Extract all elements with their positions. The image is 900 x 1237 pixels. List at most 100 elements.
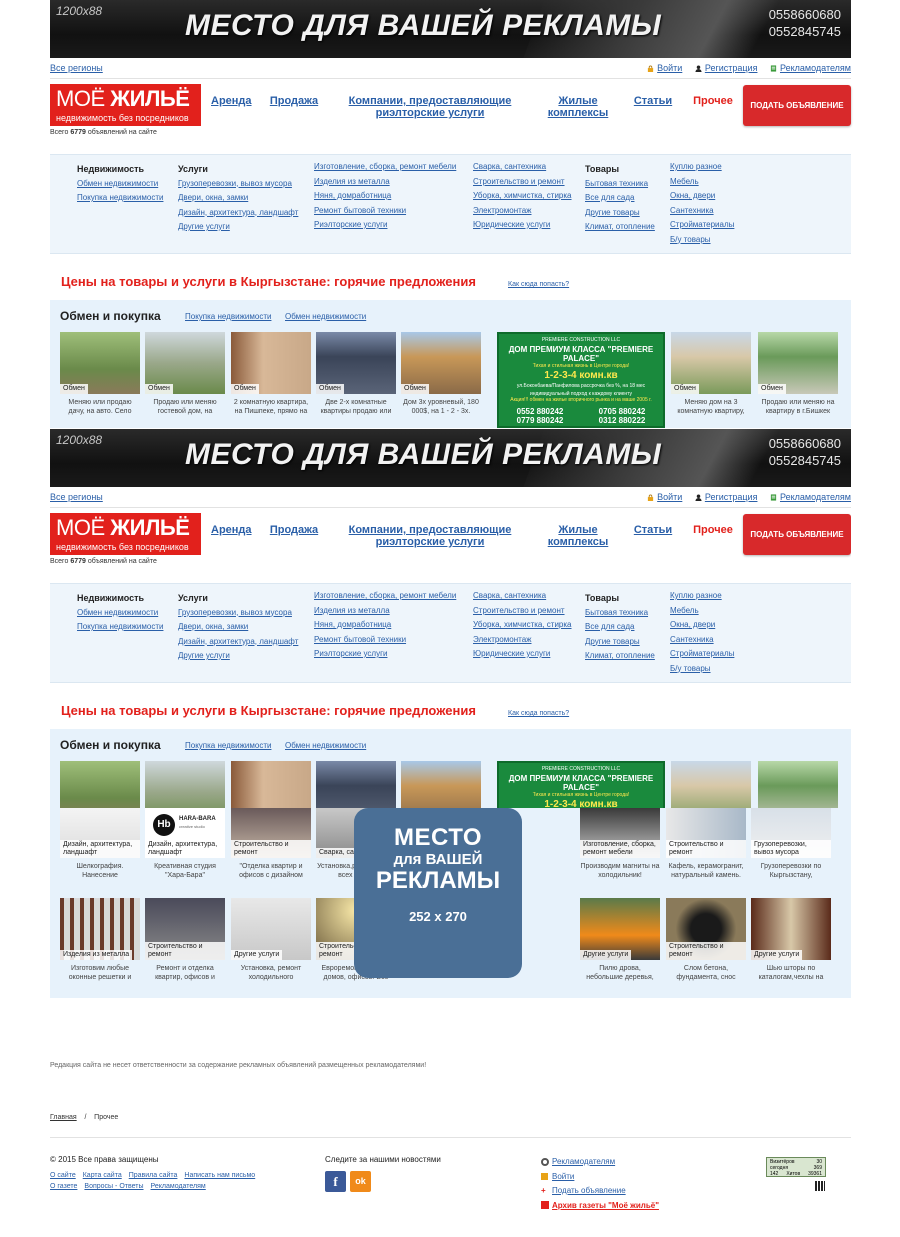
- register-link[interactable]: Регистрация: [705, 492, 758, 502]
- cat-link[interactable]: Изготовление, сборка, ремонт мебели: [314, 589, 456, 604]
- top-ad-banner[interactable]: 1200x88 МЕСТО ДЛЯ ВАШЕЙ РЕКЛАМЫ 05586606…: [50, 429, 851, 487]
- cat-link[interactable]: Окна, двери: [670, 189, 734, 204]
- cat-link[interactable]: Ремонт бытовой техники: [314, 633, 456, 648]
- regions-link[interactable]: Все регионы: [50, 492, 103, 502]
- visit-counter[interactable]: Визитёров 30 сегодня 369 142 Хитов 39361: [766, 1157, 826, 1177]
- service-card[interactable]: Строительство и ремонт Кафель, керамогран…: [666, 808, 746, 880]
- service-card[interactable]: Другие услуги Пилю дрова, небольшие дерев…: [580, 898, 660, 982]
- offers-link-purchase[interactable]: Покупка недвижимости: [185, 741, 271, 750]
- footer-link[interactable]: Рекламодателям: [151, 1183, 206, 1190]
- advertisers-link[interactable]: Рекламодателям: [780, 63, 851, 73]
- service-card[interactable]: Грузоперевозки, вывоз мусора Грузоперевоз…: [751, 808, 831, 880]
- service-card[interactable]: Другие услуги Установка, ремонт холодильн…: [231, 898, 311, 982]
- nav-complexes[interactable]: Жилые комплексы: [545, 95, 611, 119]
- cat-link[interactable]: Мебель: [670, 175, 734, 190]
- cat-link[interactable]: Мебель: [670, 604, 734, 619]
- cat-link[interactable]: Сантехника: [670, 204, 734, 219]
- cat-link[interactable]: Изделия из металла: [314, 175, 456, 190]
- cat-link[interactable]: Юридические услуги: [473, 647, 572, 662]
- offers-link-purchase[interactable]: Покупка недвижимости: [185, 312, 271, 321]
- cat-link[interactable]: Юридические услуги: [473, 218, 572, 233]
- cat-link[interactable]: Строительство и ремонт: [473, 604, 572, 619]
- service-card[interactable]: Hb HARA-BARA creative studio Дизайн, архите…: [145, 808, 225, 880]
- offer-card[interactable]: Обмен Продаю или меняю на квартиру в г.Би…: [758, 332, 838, 416]
- service-card[interactable]: Изготовление, сборка, ремонт мебели Произ…: [580, 808, 660, 880]
- cat-link[interactable]: Все для сада: [585, 191, 655, 206]
- footer-link[interactable]: Правила сайта: [129, 1172, 178, 1179]
- cat-link[interactable]: Куплю разное: [670, 589, 734, 604]
- service-card[interactable]: Дизайн, архитектура, ландшафт Шелкография…: [60, 808, 140, 880]
- cat-link[interactable]: Климат, отопление: [585, 649, 655, 664]
- breadcrumb-home[interactable]: Главная: [50, 1114, 77, 1121]
- offers-link-exchange[interactable]: Обмен недвижимости: [285, 741, 366, 750]
- nav-articles[interactable]: Статьи: [630, 95, 676, 107]
- cat-link[interactable]: Другие услуги: [178, 220, 298, 235]
- offer-card[interactable]: [671, 761, 751, 809]
- cat-link[interactable]: Риэлторские услуги: [314, 647, 456, 662]
- offer-card[interactable]: [401, 761, 481, 809]
- footer-post-ad-link[interactable]: Подать объявление: [552, 1186, 626, 1195]
- offer-card[interactable]: [145, 761, 225, 809]
- odnoklassniki-icon[interactable]: ok: [350, 1171, 371, 1192]
- footer-link[interactable]: Вопросы - Ответы: [84, 1183, 143, 1190]
- cat-link[interactable]: Б/у товары: [670, 233, 734, 248]
- offer-card[interactable]: Обмен Меняю дом на 3 комнатную квартиру,: [671, 332, 751, 416]
- cat-link[interactable]: Грузоперевозки, вывоз мусора: [178, 606, 298, 621]
- nav-rent[interactable]: Аренда: [211, 524, 252, 536]
- cat-link[interactable]: Все для сада: [585, 620, 655, 635]
- cat-link[interactable]: Ремонт бытовой техники: [314, 204, 456, 219]
- footer-link[interactable]: О газете: [50, 1183, 77, 1190]
- advertisers-link[interactable]: Рекламодателям: [780, 492, 851, 502]
- service-card[interactable]: Изделия из металла Изготовим любые оконны…: [60, 898, 140, 982]
- offer-card[interactable]: Обмен Две 2-х комнатные квартиры продаю и…: [316, 332, 396, 416]
- side-ad-placeholder[interactable]: МЕСТО для ВАШЕЙ РЕКЛАМЫ 252 x 270: [354, 808, 522, 978]
- service-card[interactable]: Строительство и ремонт "Отделка квартир и…: [231, 808, 311, 880]
- cat-link[interactable]: Стройматериалы: [670, 218, 734, 233]
- nav-other[interactable]: Прочее: [690, 95, 736, 107]
- offer-card[interactable]: Обмен Меняю или продаю дачу, на авто. Сел…: [60, 332, 140, 416]
- nav-companies[interactable]: Компании, предоставляющие риэлторские ус…: [340, 524, 520, 548]
- nav-articles[interactable]: Статьи: [630, 524, 676, 536]
- premium-ad[interactable]: PREMIERE CONSTRUCTION LLC ДОМ ПРЕМИУМ КЛ…: [497, 332, 665, 428]
- site-logo[interactable]: МОЁ ЖИЛЬЁ недвижимость без посредников: [50, 513, 201, 555]
- cat-link[interactable]: Бытовая техника: [585, 606, 655, 621]
- nav-companies[interactable]: Компании, предоставляющие риэлторские ус…: [340, 95, 520, 119]
- offer-card[interactable]: [758, 761, 838, 809]
- site-logo[interactable]: МОЁ ЖИЛЬЁ недвижимость без посредников: [50, 84, 201, 126]
- login-link[interactable]: Войти: [657, 63, 682, 73]
- service-card[interactable]: Строительство и ремонт Слом бетона, фунда…: [666, 898, 746, 982]
- offer-card[interactable]: Обмен 2 комнатную квартира, на Пишпеке, п…: [231, 332, 311, 416]
- offer-card[interactable]: Обмен Дом 3х уровневый, 180 000$, на 1 - …: [401, 332, 481, 416]
- offer-card[interactable]: [231, 761, 311, 809]
- facebook-icon[interactable]: f: [325, 1171, 346, 1192]
- how-to-get-here-link[interactable]: Как сюда попасть?: [508, 281, 569, 288]
- cat-link[interactable]: Двери, окна, замки: [178, 191, 298, 206]
- regions-link[interactable]: Все регионы: [50, 63, 103, 73]
- premium-ad[interactable]: PREMIERE CONSTRUCTION LLC ДОМ ПРЕМИУМ КЛ…: [497, 761, 665, 809]
- footer-advertisers-link[interactable]: Рекламодателям: [552, 1157, 615, 1166]
- nav-sale[interactable]: Продажа: [268, 95, 320, 107]
- offer-card[interactable]: [316, 761, 396, 809]
- cat-link[interactable]: Куплю разное: [670, 160, 734, 175]
- footer-link[interactable]: О сайте: [50, 1172, 76, 1179]
- post-ad-button[interactable]: ПОДАТЬ ОБЪЯВЛЕНИЕ: [743, 85, 851, 126]
- nav-rent[interactable]: Аренда: [211, 95, 252, 107]
- footer-link[interactable]: Написать нам письмо: [184, 1172, 255, 1179]
- cat-link[interactable]: Обмен недвижимости: [77, 177, 163, 192]
- offers-link-exchange[interactable]: Обмен недвижимости: [285, 312, 366, 321]
- cat-link[interactable]: Сварка, сантехника: [473, 589, 572, 604]
- cat-link[interactable]: Дизайн, архитектура, ландшафт: [178, 635, 298, 650]
- cat-link[interactable]: Климат, отопление: [585, 220, 655, 235]
- cat-link[interactable]: Изготовление, сборка, ремонт мебели: [314, 160, 456, 175]
- cat-link[interactable]: Двери, окна, замки: [178, 620, 298, 635]
- cat-link[interactable]: Стройматериалы: [670, 647, 734, 662]
- cat-link[interactable]: Покупка недвижимости: [77, 191, 163, 206]
- cat-link[interactable]: Сварка, сантехника: [473, 160, 572, 175]
- cat-link[interactable]: Риэлторские услуги: [314, 218, 456, 233]
- cat-link[interactable]: Окна, двери: [670, 618, 734, 633]
- nav-sale[interactable]: Продажа: [268, 524, 320, 536]
- cat-link[interactable]: Обмен недвижимости: [77, 606, 163, 621]
- cat-link[interactable]: Сантехника: [670, 633, 734, 648]
- top-ad-banner[interactable]: 1200x88 МЕСТО ДЛЯ ВАШЕЙ РЕКЛАМЫ 05586606…: [50, 0, 851, 58]
- cat-link[interactable]: Уборка, химчистка, стирка: [473, 189, 572, 204]
